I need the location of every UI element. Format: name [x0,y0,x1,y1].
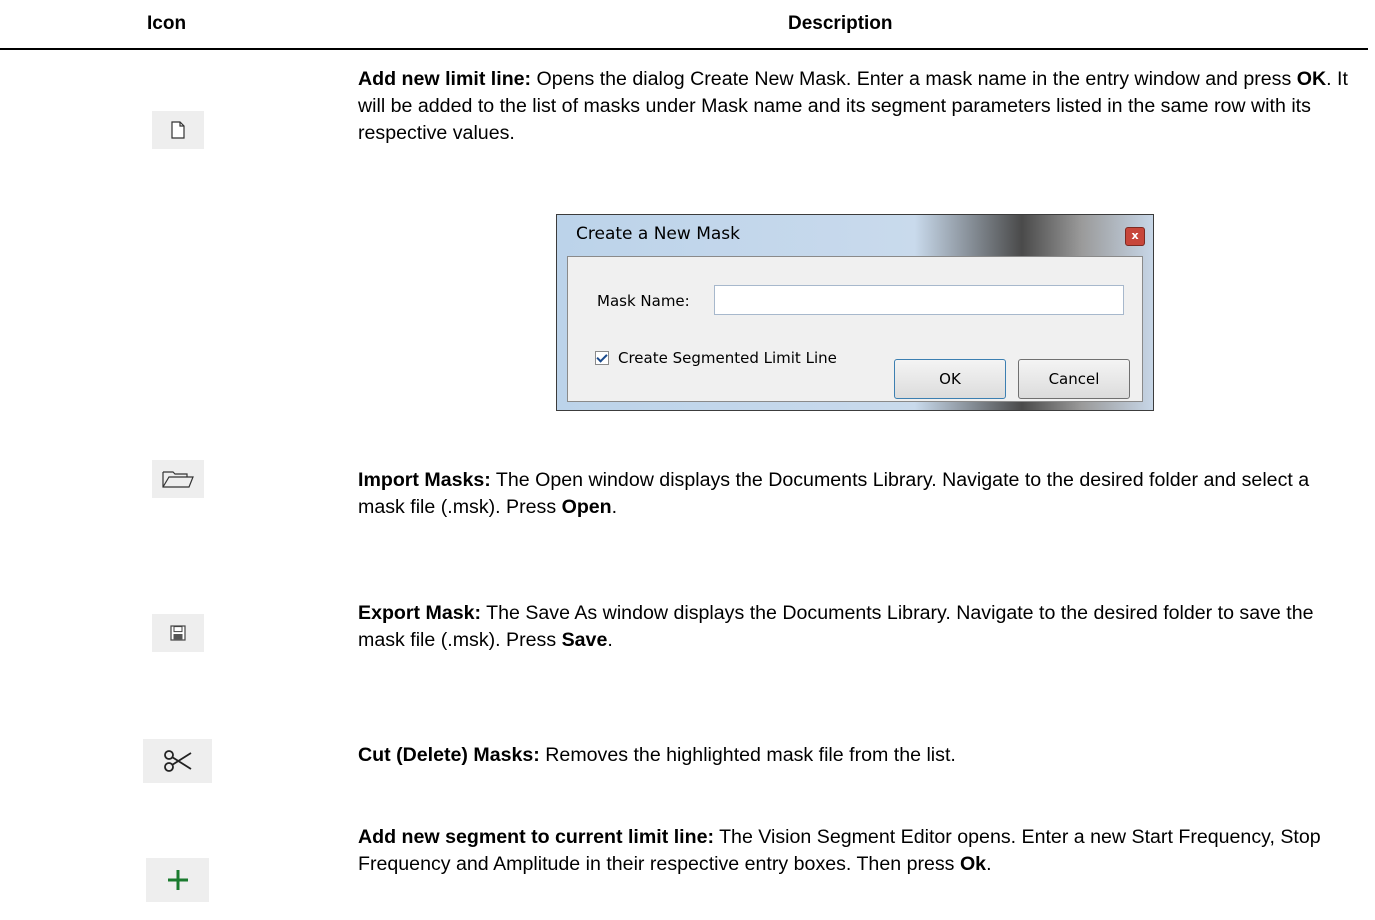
dialog-title: Create a New Mask [576,224,740,244]
row-cut-masks-description: Cut (Delete) Masks: Removes the highligh… [358,744,956,766]
row-title: Import Masks: [358,469,491,491]
icon-column-header: Icon [147,13,187,34]
segmented-limit-line-option[interactable]: Create Segmented Limit Line [595,349,837,367]
mask-name-input[interactable] [714,285,1124,315]
add-limit-line-button[interactable] [152,111,204,149]
scissors-icon [163,750,191,772]
row-export-mask-description: Export Mask: The Save As window displays… [358,602,1314,651]
description-column-header: Description [788,13,893,34]
header-divider [0,48,1368,50]
plus-icon [167,870,188,890]
create-new-mask-dialog: Create a New Mask x Mask Name: Create Se… [556,214,1154,411]
export-mask-button[interactable] [152,614,204,652]
row-title: Add new limit line: [358,68,532,90]
row-title: Add new segment to current limit line: [358,826,714,848]
add-segment-button[interactable] [146,858,209,902]
row-title: Export Mask: [358,602,482,624]
new-file-icon [171,121,185,139]
open-folder-icon [162,471,194,488]
cancel-button[interactable]: Cancel [1018,359,1130,399]
row-add-segment-description: Add new segment to current limit line: T… [358,826,1321,875]
close-icon[interactable]: x [1125,227,1145,246]
dialog-body: Mask Name: Create Segmented Limit Line O… [567,256,1143,402]
row-title: Cut (Delete) Masks: [358,744,540,766]
ok-button[interactable]: OK [894,359,1006,399]
mask-name-label: Mask Name: [597,292,690,310]
cut-masks-button[interactable] [143,739,212,783]
row-import-masks-description: Import Masks: The Open window displays t… [358,469,1310,518]
segmented-limit-line-label: Create Segmented Limit Line [618,349,837,367]
floppy-disk-icon [170,625,186,641]
import-masks-button[interactable] [152,460,204,498]
row-add-limit-line-description: Add new limit line: Opens the dialog Cre… [358,68,1348,144]
segmented-limit-line-checkbox[interactable] [595,351,609,365]
